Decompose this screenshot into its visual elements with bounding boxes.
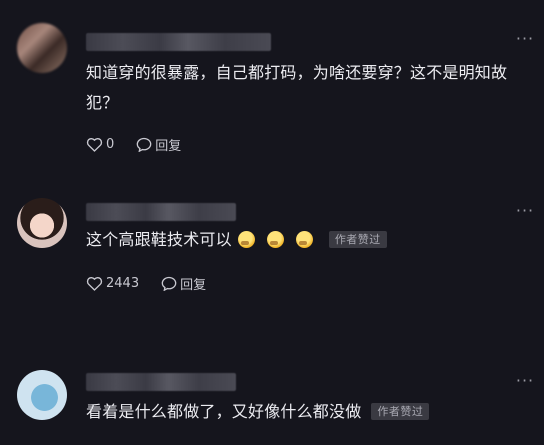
heart-icon: [86, 276, 103, 291]
author-liked-badge: 作者赞过: [328, 231, 387, 248]
reply-button[interactable]: 回复: [136, 135, 181, 154]
comment-text-body: 看着是什么都做了，又好像什么都没做: [86, 402, 362, 421]
like-count: 0: [106, 136, 115, 152]
author-liked-badge: 作者赞过: [371, 403, 430, 420]
username-blurred[interactable]: [86, 33, 271, 51]
more-icon[interactable]: ···: [515, 31, 535, 48]
like-button[interactable]: 2443: [86, 276, 139, 291]
avatar[interactable]: [17, 23, 67, 73]
reply-icon: [161, 276, 177, 291]
heart-icon: [86, 137, 103, 152]
reply-icon: [136, 137, 152, 152]
more-icon[interactable]: ···: [515, 203, 535, 220]
emoji-icon: [295, 231, 313, 248]
username-blurred[interactable]: [86, 373, 236, 391]
avatar[interactable]: [17, 370, 67, 420]
comment-actions: 2443 回复: [86, 273, 228, 293]
comment-text: 看着是什么都做了，又好像什么都没做 作者赞过: [86, 397, 526, 427]
emoji-icon: [266, 231, 284, 248]
comment-actions: 0 回复: [86, 134, 203, 154]
emoji-icon: [237, 231, 255, 248]
reply-button[interactable]: 回复: [161, 274, 206, 293]
comment-text: 这个高跟鞋技术可以 作者赞过: [86, 225, 526, 255]
like-count: 2443: [106, 275, 140, 291]
comment-text-body: 这个高跟鞋技术可以: [86, 230, 232, 249]
like-button[interactable]: 0: [86, 137, 114, 152]
avatar[interactable]: [17, 198, 67, 248]
reply-label: 回复: [155, 138, 182, 154]
comment-text: 知道穿的很暴露，自己都打码，为啥还要穿？这不是明知故犯？: [86, 63, 508, 112]
username-blurred[interactable]: [86, 203, 236, 221]
reply-label: 回复: [180, 277, 207, 293]
more-icon[interactable]: ···: [515, 373, 535, 390]
